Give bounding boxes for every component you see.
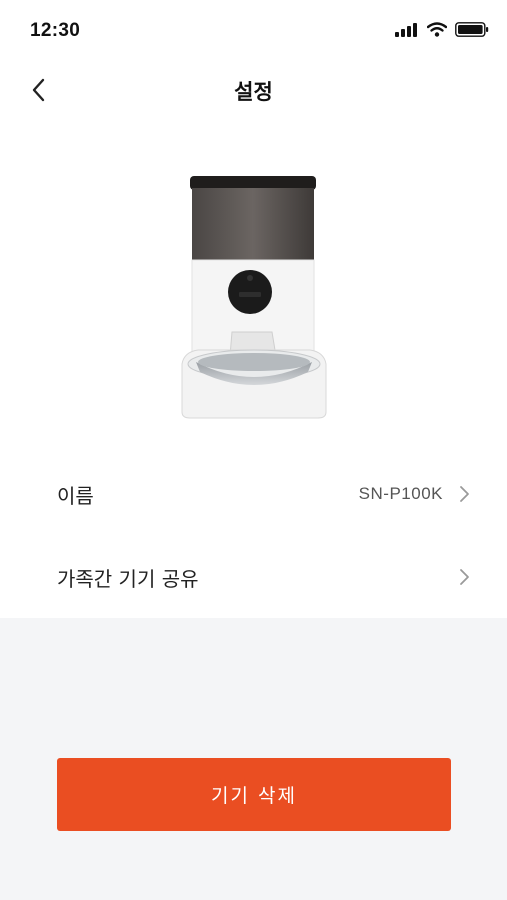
battery-icon <box>455 22 489 37</box>
chevron-right-icon <box>460 486 469 502</box>
delete-device-label: 기기 삭제 <box>211 785 297 807</box>
pet-feeder-image <box>181 176 327 419</box>
page-title: 설정 <box>234 80 273 104</box>
name-row[interactable]: 이름 SN-P100K <box>0 454 507 534</box>
navigation-bar: 설정 <box>0 62 507 118</box>
name-value: SN-P100K <box>358 484 443 503</box>
name-label: 이름 <box>57 483 94 508</box>
status-icons <box>395 22 489 37</box>
wifi-icon <box>427 22 447 37</box>
delete-device-button[interactable]: 기기 삭제 <box>57 758 451 831</box>
status-bar: 12:30 <box>0 0 507 62</box>
status-time: 12:30 <box>30 20 81 41</box>
family-share-label: 가족간 기기 공유 <box>57 566 199 591</box>
signal-icon <box>395 22 417 37</box>
chevron-right-icon <box>460 569 469 585</box>
family-share-row[interactable]: 가족간 기기 공유 <box>0 537 507 617</box>
